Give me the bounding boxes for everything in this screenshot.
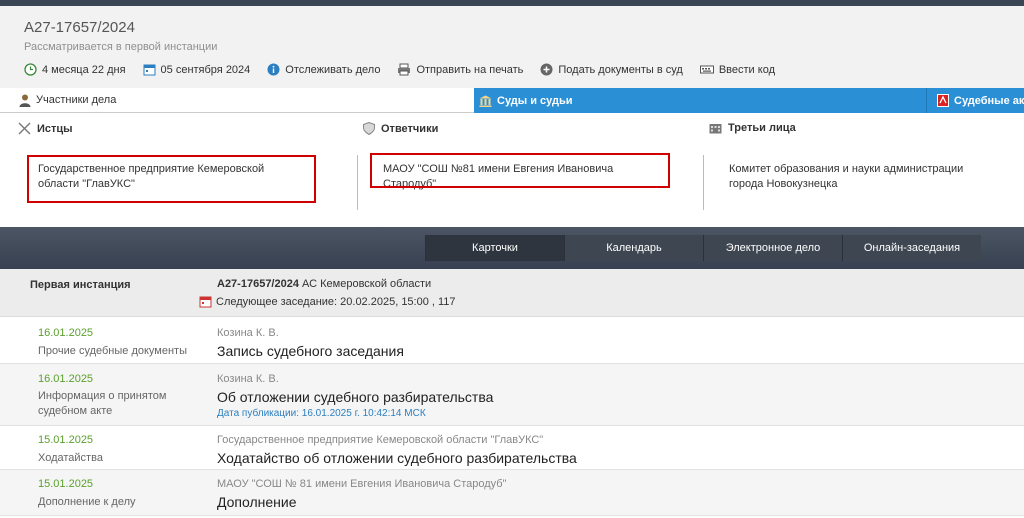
submit-icon: [540, 63, 553, 76]
tab-electronic-case[interactable]: Электронное дело: [703, 235, 842, 261]
duration-label: 4 месяца 22 дня: [42, 63, 126, 76]
entry-title[interactable]: Об отложении судебного разбирательства: [217, 389, 493, 405]
plaintiff-highlight: [27, 155, 316, 203]
tab-participants[interactable]: Участники дела: [0, 88, 474, 113]
tab-acts-label: Судебные акты: [954, 94, 1024, 107]
submit-documents-label: Подать документы в суд: [558, 63, 683, 76]
first-instance-case[interactable]: А27-17657/2024 АС Кемеровской области: [217, 278, 431, 290]
enter-code-button[interactable]: Ввести код: [699, 63, 775, 76]
third-party-name[interactable]: Комитет образования и науки администраци…: [729, 162, 999, 192]
first-instance-label: Первая инстанция: [30, 279, 131, 291]
keyboard-icon: [699, 65, 714, 74]
first-instance-case-number: А27-17657/2024: [217, 278, 299, 290]
tab-participants-label: Участники дела: [36, 94, 117, 106]
tab-online-sessions[interactable]: Онлайн-заседания: [842, 235, 981, 261]
print-label: Отправить на печать: [416, 63, 524, 76]
third-parties-heading: Третьи лица: [709, 122, 796, 134]
entry-title[interactable]: Ходатайство об отложении судебного разби…: [217, 450, 577, 466]
entry-type: Ходатайства: [38, 452, 103, 464]
next-session-label: Следующее заседание: 20.02.2025, 15:00 ,…: [216, 295, 456, 308]
shield-icon: [363, 122, 375, 135]
entry-type: Информация о принятом судебном акте: [38, 390, 167, 417]
track-case-label: Отслеживать дело: [285, 63, 381, 76]
table-row[interactable]: 15.01.2025 Ходатайства Государственное п…: [0, 426, 1024, 470]
building-icon: [709, 124, 722, 134]
third-parties-label: Третьи лица: [728, 122, 796, 134]
entry-title[interactable]: Запись судебного заседания: [217, 343, 404, 359]
track-case-button[interactable]: Отслеживать дело: [267, 63, 380, 76]
printer-icon: [398, 63, 411, 76]
defendants-label: Ответчики: [381, 122, 439, 135]
tab-courts[interactable]: Суды и судьи: [474, 88, 926, 113]
date-label: 05 сентября 2024: [160, 63, 251, 76]
tab-courts-label: Суды и судьи: [497, 94, 573, 107]
publication-date: Дата публикации: 16.01.2025 г. 10:42:14 …: [217, 408, 426, 419]
separator: [703, 155, 704, 210]
tab-cards[interactable]: Карточки: [425, 235, 564, 261]
first-instance-court: АС Кемеровской области: [302, 278, 432, 290]
calendar-icon: [199, 296, 212, 308]
table-row[interactable]: 16.01.2025 Прочие судебные документы Коз…: [0, 318, 1024, 364]
tab-acts[interactable]: Судебные акты: [926, 88, 1024, 113]
date-item: 05 сентября 2024: [143, 63, 251, 76]
table-row[interactable]: 15.01.2025 Дополнение к делу МАОУ "СОШ №…: [0, 470, 1024, 516]
clock-icon: [24, 63, 37, 76]
plaintiffs-column: Истцы: [18, 122, 73, 135]
entry-author: Козина К. В.: [217, 327, 279, 339]
swords-icon: [18, 122, 31, 135]
entry-date: 15.01.2025: [38, 434, 94, 446]
table-row[interactable]: 16.01.2025 Информация о принятом судебно…: [0, 364, 1024, 426]
plaintiffs-heading: Истцы: [18, 122, 73, 135]
entry-type: Дополнение к делу: [38, 496, 136, 508]
tabs-row: Участники дела Суды и судьи Судебные акт…: [0, 88, 1024, 113]
entry-date: 16.01.2025: [38, 327, 94, 339]
entry-title[interactable]: Дополнение: [217, 494, 297, 510]
enter-code-label: Ввести код: [718, 63, 775, 76]
calendar-icon: [143, 64, 156, 76]
case-status: Рассматривается в первой инстанции: [24, 41, 218, 53]
separator: [357, 155, 358, 210]
third-parties-column: Третьи лица: [709, 122, 796, 134]
entry-date: 16.01.2025: [38, 373, 94, 385]
defendants-heading: Ответчики: [363, 122, 438, 135]
case-header: А27-17657/2024 Рассматривается в первой …: [0, 6, 1024, 88]
entry-author: Государственное предприятие Кемеровской …: [217, 434, 544, 446]
first-instance-header: Первая инстанция А27-17657/2024 АС Кемер…: [0, 269, 1024, 317]
tab-calendar[interactable]: Календарь: [564, 235, 703, 261]
case-actions: 4 месяца 22 дня 05 сентября 2024 Отслежи…: [24, 63, 792, 76]
entry-author: МАОУ "СОШ № 81 имени Евгения Ивановича С…: [217, 478, 507, 490]
print-button[interactable]: Отправить на печать: [397, 63, 523, 76]
defendants-column: Ответчики: [363, 122, 438, 135]
pdf-icon: [937, 94, 949, 107]
entry-date: 15.01.2025: [38, 478, 94, 490]
track-icon: [267, 63, 280, 76]
case-number: А27-17657/2024: [24, 19, 135, 36]
courthouse-icon: [479, 95, 492, 107]
case-nav-bar: Карточки Календарь Электронное дело Онла…: [0, 227, 1024, 269]
plaintiffs-label: Истцы: [37, 122, 73, 135]
entry-type: Прочие судебные документы: [38, 345, 187, 357]
submit-documents-button[interactable]: Подать документы в суд: [540, 63, 683, 76]
person-icon: [19, 94, 31, 107]
defendant-highlight: [370, 153, 670, 188]
next-session: Следующее заседание: 20.02.2025, 15:00 ,…: [199, 295, 456, 308]
entry-author: Козина К. В.: [217, 373, 279, 385]
duration-item: 4 месяца 22 дня: [24, 63, 126, 76]
